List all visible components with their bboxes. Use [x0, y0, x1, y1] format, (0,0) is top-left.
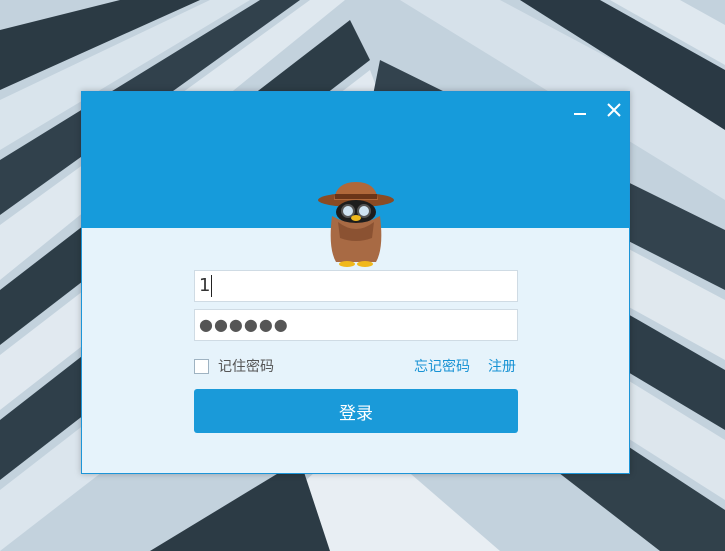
remember-password-checkbox[interactable]: [194, 358, 209, 374]
login-button[interactable]: 登录: [194, 389, 518, 433]
password-input[interactable]: ●●●●●●: [194, 309, 518, 341]
register-link[interactable]: 注册: [488, 356, 516, 376]
forgot-password-link[interactable]: 忘记密码: [414, 356, 470, 376]
login-button-label: 登录: [339, 403, 373, 424]
password-value: ●●●●●●: [199, 315, 289, 334]
username-value: 1: [199, 275, 211, 296]
minimize-button[interactable]: [568, 98, 592, 122]
text-caret: [211, 275, 213, 297]
remember-password-row: 记住密码: [194, 356, 274, 376]
close-icon: [607, 103, 621, 117]
login-window: 1 ●●●●●● 记住密码 忘记密码 注册 登录: [81, 91, 630, 474]
username-input[interactable]: 1: [194, 270, 518, 302]
remember-password-label[interactable]: 记住密码: [218, 356, 274, 376]
minimize-icon: [574, 113, 586, 115]
close-button[interactable]: [602, 98, 626, 122]
penguin-detective-avatar: [318, 182, 394, 267]
